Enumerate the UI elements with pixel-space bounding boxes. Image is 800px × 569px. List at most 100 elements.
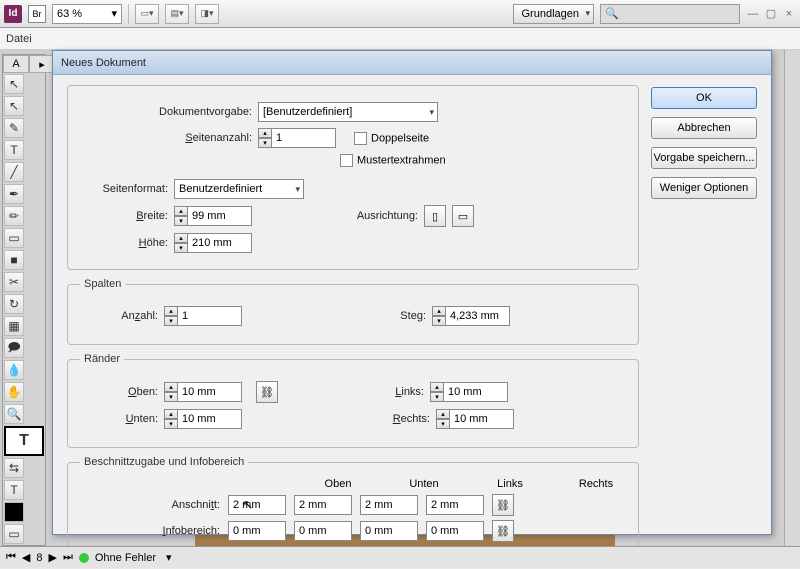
preflight-status[interactable]: Ohne Fehler [95, 552, 156, 564]
save-preset-button[interactable]: Vorgabe speichern... [651, 147, 757, 169]
zoom-tool[interactable]: 🔍 [4, 404, 24, 424]
minimize-button[interactable]: — [746, 7, 760, 21]
orientation-label: Ausrichtung: [258, 210, 418, 222]
tool-tab-a[interactable]: A [3, 55, 29, 73]
bleed-fieldset: Beschnittzugabe und Infobereich Oben Unt… [67, 456, 639, 559]
eyedropper-tool[interactable]: 💧 [4, 360, 24, 380]
new-document-dialog: Neues Dokument Dokumentvorgabe: [Benutze… [52, 50, 772, 535]
slug-right-input[interactable]: 0 mm [426, 521, 484, 541]
ok-button[interactable]: OK [651, 87, 757, 109]
search-input[interactable]: 🔍 [600, 4, 740, 24]
dialog-titlebar: Neues Dokument [53, 51, 771, 75]
fewer-options-button[interactable]: Weniger Optionen [651, 177, 757, 199]
margins-fieldset: Ränder Oben: ▴▾ ⛓ Links: ▴▾ Unten: ▴▾ Re… [67, 353, 639, 448]
width-label: Breite: [78, 210, 168, 222]
selection-tool[interactable]: ↖ [4, 74, 24, 94]
margin-bottom-input[interactable]: ▴▾ [164, 409, 242, 429]
gradient-tool[interactable]: ▦ [4, 316, 24, 336]
close-button[interactable]: × [782, 7, 796, 21]
bleed-hdr-left: Links [480, 478, 540, 490]
link-margins-icon[interactable]: ⛓ [256, 381, 278, 403]
bleed-left-input[interactable]: 2 mm [360, 495, 418, 515]
tools-panel: A▸ ↖↖ ✎T ╱✒ ✏▭ ■✂ ↻▦ 🗩💧 ✋🔍 T ⇆T ▭ [2, 54, 46, 546]
margin-top-label: Oben: [80, 386, 158, 398]
width-input[interactable]: ▴▾ [174, 206, 252, 226]
bleed-label: Anschnitt: [80, 499, 220, 511]
bleed-hdr-bottom: Unten [394, 478, 454, 490]
slug-top-input[interactable]: 0 mm [228, 521, 286, 541]
margin-bottom-label: Unten: [80, 413, 158, 425]
color-none[interactable]: ▭ [4, 524, 24, 544]
view-mode-1[interactable]: ▭▾ [135, 4, 159, 24]
rotate-tool[interactable]: ↻ [4, 294, 24, 314]
type-tool[interactable]: T [4, 140, 24, 160]
swap-fill-icon[interactable]: ⇆ [4, 458, 24, 478]
columns-fieldset: Spalten Anzahl: ▴▾ Steg: ▴▾ [67, 278, 639, 345]
scissors-tool[interactable]: ✂ [4, 272, 24, 292]
orientation-landscape[interactable]: ▭ [452, 205, 474, 227]
menubar: Datei [0, 28, 800, 50]
height-input[interactable]: ▴▾ [174, 233, 252, 253]
gutter-label: Steg: [248, 310, 426, 322]
note-tool[interactable]: 🗩 [4, 338, 24, 358]
pages-label: Seitenanzahl: [78, 132, 252, 144]
pagesize-combo[interactable]: Benutzerdefiniert [174, 179, 304, 199]
gutter-input[interactable]: ▴▾ [432, 306, 510, 326]
cancel-button[interactable]: Abbrechen [651, 117, 757, 139]
preset-label: Dokumentvorgabe: [78, 106, 252, 118]
pencil-tool[interactable]: ✏ [4, 206, 24, 226]
view-mode-2[interactable]: ▤▾ [165, 4, 189, 24]
bleed-hdr-right: Rechts [566, 478, 626, 490]
page-tool[interactable]: ✎ [4, 118, 24, 138]
fill-stroke[interactable]: T [4, 426, 44, 456]
column-count-label: Anzahl: [80, 310, 158, 322]
bleed-hdr-top: Oben [308, 478, 368, 490]
slug-label: Infobereich: [80, 525, 220, 537]
orientation-portrait[interactable]: ▯ [424, 205, 446, 227]
app-toolbar: Id Br 63 %▾ ▭▾ ▤▾ ◨▾ Grundlagen 🔍 — ▢ × [0, 0, 800, 28]
link-bleed-icon[interactable]: ⛓ [492, 494, 514, 516]
format-text-icon[interactable]: T [4, 480, 24, 500]
zoom-value: 63 % [57, 8, 82, 20]
bleed-bottom-input[interactable]: 2 mm [294, 495, 352, 515]
direct-selection-tool[interactable]: ↖ [4, 96, 24, 116]
frame-tool[interactable]: ▭ [4, 228, 24, 248]
bleed-top-input[interactable]: 2 mm↖ [228, 495, 286, 515]
rectangle-tool[interactable]: ■ [4, 250, 24, 270]
prev-page-button[interactable]: ◀ [22, 551, 30, 564]
last-page-button[interactable]: ⏭ [63, 551, 73, 564]
bridge-icon[interactable]: Br [28, 5, 46, 23]
color-apply[interactable] [4, 502, 24, 522]
workspace-dropdown[interactable]: Grundlagen [513, 4, 595, 24]
margin-right-input[interactable]: ▴▾ [436, 409, 514, 429]
status-ok-icon [79, 553, 89, 563]
margin-left-input[interactable]: ▴▾ [430, 382, 508, 402]
preset-combo[interactable]: [Benutzerdefiniert] [258, 102, 438, 122]
pages-input[interactable]: ▴▾ [258, 128, 336, 148]
bleed-right-input[interactable]: 2 mm [426, 495, 484, 515]
facing-pages-checkbox[interactable]: Doppelseite [354, 132, 429, 145]
search-icon: 🔍 [605, 7, 619, 20]
page-number[interactable]: 8 [36, 552, 42, 564]
status-bar: ⏮ ◀ 8 ▶ ⏭ Ohne Fehler ▾ [0, 546, 800, 568]
column-count-input[interactable]: ▴▾ [164, 306, 242, 326]
next-page-button[interactable]: ▶ [49, 551, 57, 564]
pen-tool[interactable]: ✒ [4, 184, 24, 204]
maximize-button[interactable]: ▢ [764, 7, 778, 21]
link-slug-icon[interactable]: ⛓ [492, 520, 514, 542]
slug-left-input[interactable]: 0 mm [360, 521, 418, 541]
hand-tool[interactable]: ✋ [4, 382, 24, 402]
view-mode-3[interactable]: ◨▾ [195, 4, 219, 24]
first-page-button[interactable]: ⏮ [6, 551, 16, 564]
pagesize-label: Seitenformat: [78, 183, 168, 195]
slug-bottom-input[interactable]: 0 mm [294, 521, 352, 541]
margin-top-input[interactable]: ▴▾ [164, 382, 242, 402]
vertical-scrollbar[interactable] [784, 50, 800, 546]
margin-right-label: Rechts: [290, 413, 430, 425]
master-text-checkbox[interactable]: Mustertextrahmen [340, 154, 446, 167]
zoom-input[interactable]: 63 %▾ [52, 4, 122, 24]
menu-file[interactable]: Datei [6, 33, 32, 45]
margin-left-label: Links: [284, 386, 424, 398]
height-label: Höhe: [78, 237, 168, 249]
line-tool[interactable]: ╱ [4, 162, 24, 182]
